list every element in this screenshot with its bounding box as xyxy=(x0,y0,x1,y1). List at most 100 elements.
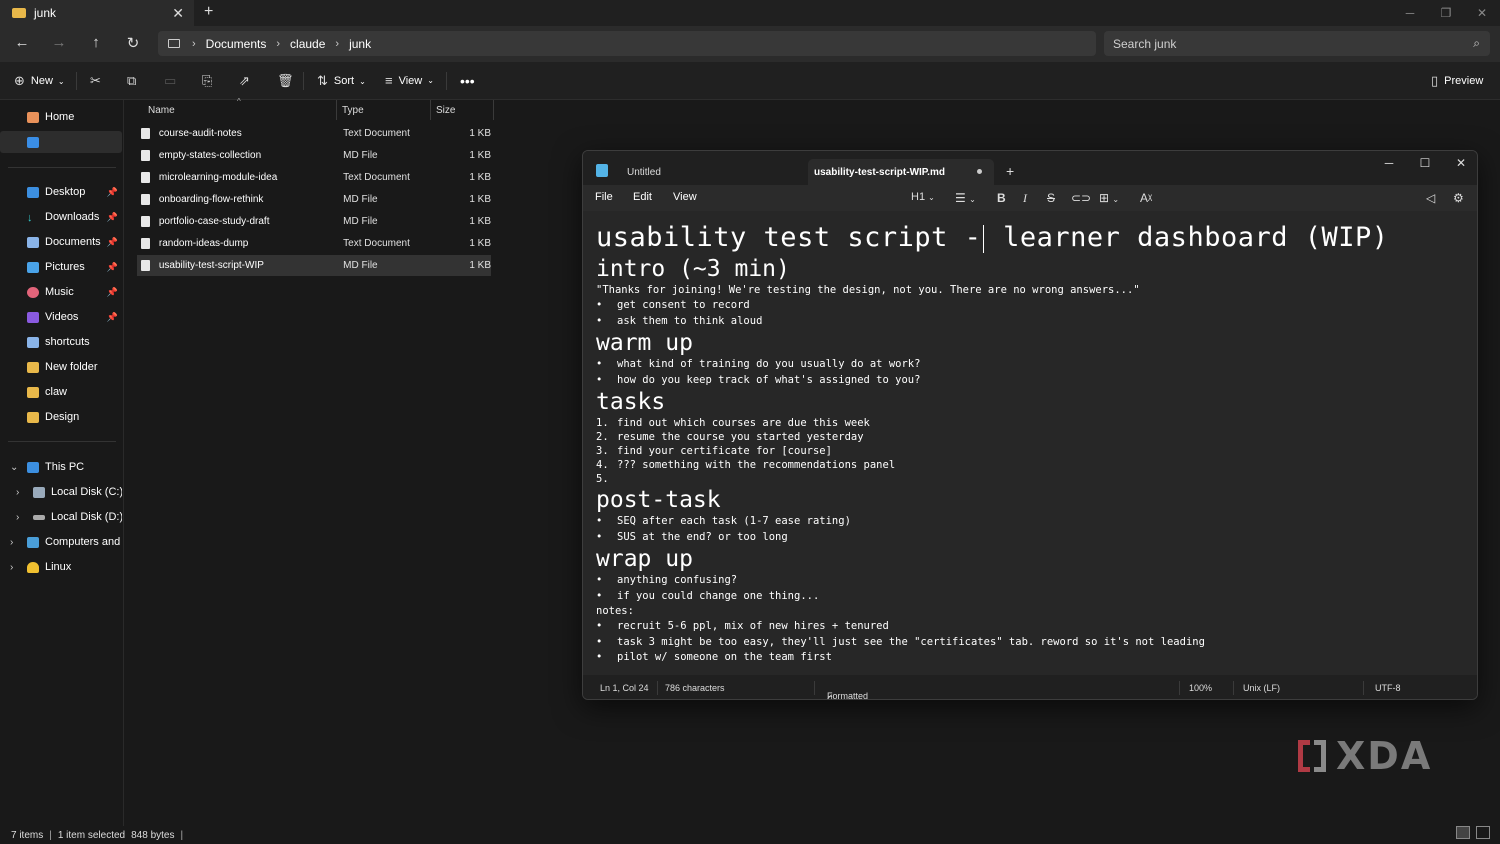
tiles-view-icon[interactable] xyxy=(1476,826,1490,839)
paste-icon: ▭ xyxy=(164,73,177,88)
close-tab-icon[interactable]: ✕ xyxy=(172,5,184,22)
file-row[interactable]: onboarding-flow-rethink MD File 1 KB xyxy=(137,189,491,210)
sidebar-item-linux[interactable]: › Linux xyxy=(0,556,122,578)
list-item-text: get consent to record xyxy=(617,299,750,311)
sidebar-item-gallery[interactable] xyxy=(0,131,122,153)
bold-icon[interactable]: B xyxy=(997,191,1006,205)
cut-button[interactable]: ✂ xyxy=(90,73,107,89)
new-tab-icon[interactable]: + xyxy=(204,3,213,21)
breadcrumb-claude[interactable]: claude xyxy=(290,37,325,51)
new-tab-icon[interactable]: + xyxy=(1006,163,1014,179)
minimize-icon[interactable]: ─ xyxy=(1392,0,1428,26)
zoom-level[interactable]: 100% xyxy=(1189,683,1212,693)
music-icon xyxy=(27,286,39,298)
preview-button[interactable]: ▯ Preview xyxy=(1431,73,1483,89)
menu-view[interactable]: View xyxy=(673,191,697,203)
column-divider[interactable] xyxy=(493,100,494,120)
new-button[interactable]: ⊕ New ⌄ xyxy=(14,73,65,89)
sidebar-item-this-pc[interactable]: ⌄ This PC xyxy=(0,456,122,478)
italic-icon[interactable]: I xyxy=(1023,191,1027,206)
column-header-size[interactable]: Size xyxy=(436,100,455,120)
file-name: portfolio-case-study-draft xyxy=(158,216,270,227)
divider xyxy=(657,681,658,695)
pin-icon: 📌 xyxy=(106,186,118,197)
forward-icon[interactable]: → xyxy=(49,34,69,51)
refresh-icon[interactable]: ↻ xyxy=(123,34,143,52)
pin-icon: 📌 xyxy=(106,311,118,322)
heading-dropdown[interactable]: H1 ⌄ xyxy=(911,191,935,203)
breadcrumb-junk[interactable]: junk xyxy=(349,37,371,51)
search-placeholder: Search junk xyxy=(1113,36,1177,51)
sidebar-item-downloads[interactable]: ↓ Downloads 📌 xyxy=(0,206,122,228)
line-ending[interactable]: Unix (LF) xyxy=(1243,683,1280,693)
clear-formatting-icon[interactable]: Aᵡ xyxy=(1140,191,1152,205)
close-window-icon[interactable]: ✕ xyxy=(1464,0,1500,26)
list-dropdown[interactable]: ☰ ⌄ xyxy=(955,191,976,205)
restore-icon[interactable]: ❐ xyxy=(1428,0,1464,26)
menu-file[interactable]: File xyxy=(595,191,613,203)
list-item: • SEQ after each task (1-7 ease rating) xyxy=(596,514,1466,530)
tab-untitled[interactable]: Untitled xyxy=(627,167,661,178)
explorer-tab[interactable]: junk ✕ xyxy=(0,0,194,26)
up-icon[interactable]: ↑ xyxy=(86,34,106,51)
delete-button[interactable]: 🗑 xyxy=(277,73,300,89)
sidebar-item-label: Linux xyxy=(45,561,72,573)
file-row[interactable]: usability-test-script-WIP MD File 1 KB xyxy=(137,255,491,276)
menu-edit[interactable]: Edit xyxy=(633,191,652,203)
rename-button[interactable]: ⎘ xyxy=(202,73,218,89)
file-row[interactable]: random-ideas-dump Text Document 1 KB xyxy=(137,233,491,254)
drive-icon xyxy=(33,486,45,498)
column-divider[interactable] xyxy=(430,100,431,120)
sidebar-item-music[interactable]: Music 📌 xyxy=(0,281,122,303)
unsaved-dot-icon[interactable] xyxy=(977,169,982,174)
view-button[interactable]: ≡ View ⌄ xyxy=(385,73,434,88)
folder-icon xyxy=(27,361,39,373)
sidebar-item-desktop[interactable]: Desktop 📌 xyxy=(0,181,122,203)
sidebar-item-local-disk-d[interactable]: › Local Disk (D:) xyxy=(0,506,122,528)
sidebar-item-shortcuts[interactable]: shortcuts xyxy=(0,331,122,353)
xda-watermark-logo: XDA xyxy=(1298,734,1432,778)
editor-content[interactable]: usability test script - learner dashboar… xyxy=(583,211,1477,675)
close-window-icon[interactable]: ✕ xyxy=(1443,151,1477,175)
breadcrumb[interactable]: › Documents › claude › junk xyxy=(158,31,1096,56)
column-header-name[interactable]: Name xyxy=(148,100,175,120)
sidebar-item-videos[interactable]: Videos 📌 xyxy=(0,306,122,328)
sidebar-item-documents[interactable]: Documents 📌 xyxy=(0,231,122,253)
tab-usability-test-script[interactable]: usability-test-script-WIP.md xyxy=(808,159,994,185)
column-header-type[interactable]: Type xyxy=(342,100,364,120)
table-dropdown[interactable]: ⊞ ⌄ xyxy=(1099,191,1119,205)
encoding[interactable]: UTF-8 xyxy=(1375,683,1401,693)
list-item: • what kind of training do you usually do… xyxy=(596,357,1466,373)
copy-button[interactable]: ⧉ xyxy=(127,73,142,89)
sidebar-item-claw[interactable]: claw xyxy=(0,381,122,403)
file-row[interactable]: portfolio-case-study-draft MD File 1 KB xyxy=(137,211,491,232)
details-view-icon[interactable] xyxy=(1456,826,1470,839)
sort-button[interactable]: ⇅ Sort ⌄ xyxy=(317,73,366,89)
minimize-icon[interactable]: ─ xyxy=(1371,151,1407,175)
maximize-icon[interactable]: ☐ xyxy=(1407,151,1443,175)
share-button[interactable]: ⇗ xyxy=(239,73,256,89)
sidebar-item-home[interactable]: Home xyxy=(0,106,122,128)
file-row[interactable]: microlearning-module-idea Text Document … xyxy=(137,167,491,188)
gallery-icon xyxy=(27,136,39,148)
settings-gear-icon[interactable]: ⚙ xyxy=(1453,191,1464,205)
back-icon[interactable]: ← xyxy=(12,34,32,51)
strikethrough-icon[interactable]: S xyxy=(1047,191,1055,205)
more-options-icon[interactable]: ••• xyxy=(460,73,475,89)
list-item: • pilot w/ someone on the team first xyxy=(596,650,1466,666)
copilot-icon[interactable]: ◁ xyxy=(1426,191,1435,205)
column-divider[interactable] xyxy=(336,100,337,120)
file-row[interactable]: course-audit-notes Text Document 1 KB xyxy=(137,123,491,144)
link-icon[interactable]: ⊂⊃ xyxy=(1071,191,1091,205)
bullet-list-icon: ☰ xyxy=(955,191,966,205)
sidebar-item-pictures[interactable]: Pictures 📌 xyxy=(0,256,122,278)
heading-warm-up: warm up xyxy=(596,330,693,356)
search-input[interactable]: Search junk ⌕ xyxy=(1104,31,1490,56)
breadcrumb-documents[interactable]: Documents xyxy=(206,37,267,51)
sidebar-item-new-folder[interactable]: New folder xyxy=(0,356,122,378)
sidebar-item-design[interactable]: Design xyxy=(0,406,122,428)
sidebar-item-local-disk-c[interactable]: › Local Disk (C:) xyxy=(0,481,122,503)
sidebar-item-network[interactable]: › Computers and De xyxy=(0,531,122,553)
file-row[interactable]: empty-states-collection MD File 1 KB xyxy=(137,145,491,166)
paste-button[interactable]: ▭ xyxy=(164,73,182,89)
